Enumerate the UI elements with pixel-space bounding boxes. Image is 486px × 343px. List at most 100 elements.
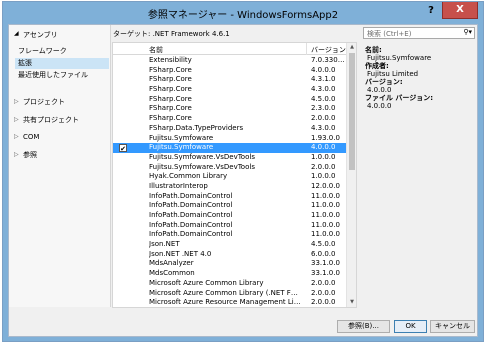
search-input[interactable]: 検索 (Ctrl+E) ⚲▾ bbox=[363, 27, 475, 39]
row-checkbox[interactable] bbox=[119, 260, 127, 268]
row-checkbox[interactable] bbox=[119, 86, 127, 94]
row-checkbox[interactable] bbox=[119, 96, 127, 104]
table-row[interactable]: Extensibility 7.0.330… bbox=[113, 56, 347, 66]
row-checkbox[interactable] bbox=[119, 280, 127, 288]
table-row[interactable]: Fujitsu.Symfoware.VsDevTools 1.0.0.0 bbox=[113, 153, 347, 163]
category-com[interactable]: ▷ COM bbox=[11, 131, 109, 143]
row-checkbox[interactable] bbox=[119, 173, 127, 181]
title-bar[interactable]: 参照マネージャー - WindowsFormsApp2 ? X bbox=[3, 2, 483, 24]
row-checkbox[interactable] bbox=[119, 212, 127, 220]
row-name: Json.NET .NET 4.0 bbox=[149, 249, 212, 258]
row-checkbox[interactable] bbox=[119, 270, 127, 278]
row-version: 2.3.0.0 bbox=[311, 104, 336, 113]
row-checkbox[interactable] bbox=[119, 125, 127, 133]
category-recent[interactable]: 最近使用したファイル bbox=[15, 70, 109, 81]
category-browse[interactable]: ▷ 参照 bbox=[11, 149, 109, 161]
category-extensions[interactable]: 拡張 bbox=[15, 58, 109, 69]
search-icon[interactable]: ⚲▾ bbox=[463, 28, 472, 36]
column-header-version[interactable]: バージョン bbox=[311, 45, 346, 55]
help-button[interactable]: ? bbox=[421, 2, 441, 19]
close-button[interactable]: X bbox=[442, 2, 478, 19]
category-projects[interactable]: ▷ プロジェクト bbox=[11, 96, 109, 108]
table-row[interactable]: InfoPath.DomainControl 11.0.0.0 bbox=[113, 201, 347, 211]
table-row[interactable]: FSharp.Core 4.3.1.0 bbox=[113, 75, 347, 85]
row-checkbox[interactable] bbox=[119, 67, 127, 75]
table-row[interactable]: InfoPath.DomainControl 11.0.0.0 bbox=[113, 230, 347, 240]
table-row[interactable]: FSharp.Core 2.3.0.0 bbox=[113, 104, 347, 114]
table-row[interactable]: IllustratorInterop 12.0.0.0 bbox=[113, 182, 347, 192]
row-checkbox[interactable] bbox=[119, 154, 127, 162]
table-row[interactable]: FSharp.Data.TypeProviders 4.3.0.0 bbox=[113, 124, 347, 134]
row-checkbox[interactable] bbox=[119, 76, 127, 84]
row-checkbox[interactable] bbox=[119, 115, 127, 123]
row-name: InfoPath.DomainControl bbox=[149, 201, 233, 210]
row-checkbox[interactable] bbox=[119, 299, 127, 307]
table-row[interactable]: ✔ Fujitsu.Symfoware 4.0.0.0 bbox=[113, 143, 347, 153]
table-row[interactable]: Hyak.Common Library 1.0.0.0 bbox=[113, 172, 347, 182]
row-version: 6.0.0.0 bbox=[311, 249, 336, 258]
collapsed-triangle-icon: ▷ bbox=[14, 98, 19, 105]
row-version: 11.0.0.0 bbox=[311, 191, 340, 200]
category-shared-projects[interactable]: ▷ 共有プロジェクト bbox=[11, 114, 109, 126]
row-checkbox[interactable] bbox=[119, 135, 127, 143]
row-name: Extensibility bbox=[149, 56, 192, 64]
table-row[interactable]: FSharp.Core 4.5.0.0 bbox=[113, 95, 347, 105]
detail-key: ファイル バージョン: bbox=[365, 94, 434, 102]
scroll-up-icon[interactable]: ▲ bbox=[347, 43, 356, 52]
row-version: 1.93.0.0 bbox=[311, 133, 340, 142]
row-checkbox[interactable]: ✔ bbox=[119, 144, 127, 153]
row-checkbox[interactable] bbox=[119, 57, 127, 65]
row-name: InfoPath.DomainControl bbox=[149, 191, 233, 200]
column-header-name[interactable]: 名前 bbox=[149, 45, 163, 55]
dialog-body: ◢ アセンブリ フレームワーク 拡張 最近使用したファイル ▷ プロジェクト ▷… bbox=[8, 24, 478, 337]
row-checkbox[interactable] bbox=[119, 222, 127, 230]
scroll-thumb[interactable] bbox=[349, 53, 355, 170]
ok-button[interactable]: OK bbox=[394, 320, 427, 333]
table-row[interactable]: Microsoft Azure Common Library (.NET F… 2… bbox=[113, 289, 347, 299]
row-name: Hyak.Common Library bbox=[149, 172, 228, 181]
row-version: 4.3.0.0 bbox=[311, 123, 336, 132]
table-row[interactable]: InfoPath.DomainControl 11.0.0.0 bbox=[113, 192, 347, 202]
row-checkbox[interactable] bbox=[119, 105, 127, 113]
table-row[interactable]: Microsoft Azure Common Library 2.0.0.0 bbox=[113, 279, 347, 289]
detail-key: 名前: bbox=[365, 46, 382, 54]
row-version: 4.3.0.0 bbox=[311, 85, 336, 94]
row-version: 2.0.0.0 bbox=[311, 298, 336, 307]
category-framework[interactable]: フレームワーク bbox=[15, 46, 109, 57]
table-row[interactable]: FSharp.Core 2.0.0.0 bbox=[113, 114, 347, 124]
table-row[interactable]: InfoPath.DomainControl 11.0.0.0 bbox=[113, 211, 347, 221]
row-name: Fujitsu.Symfoware bbox=[149, 133, 214, 142]
browse-button[interactable]: 参照(B)... bbox=[337, 320, 390, 333]
row-checkbox[interactable] bbox=[119, 164, 127, 172]
table-row[interactable]: Fujitsu.Symfoware.VsDevTools 2.0.0.0 bbox=[113, 163, 347, 173]
table-row[interactable]: Json.NET 4.5.0.0 bbox=[113, 240, 347, 250]
row-checkbox[interactable] bbox=[119, 290, 127, 298]
row-checkbox[interactable] bbox=[119, 183, 127, 191]
row-name: FSharp.Core bbox=[149, 75, 192, 84]
row-version: 33.1.0.0 bbox=[311, 269, 340, 278]
row-name: FSharp.Core bbox=[149, 94, 192, 103]
table-row[interactable]: InfoPath.DomainControl 11.0.0.0 bbox=[113, 221, 347, 231]
table-row[interactable]: FSharp.Core 4.3.0.0 bbox=[113, 85, 347, 95]
cancel-button[interactable]: キャンセル bbox=[430, 320, 475, 333]
row-checkbox[interactable] bbox=[119, 231, 127, 239]
table-row[interactable]: MdsCommon 33.1.0.0 bbox=[113, 269, 347, 279]
detail-value: Fujitsu.Symfoware bbox=[367, 54, 432, 62]
row-version: 11.0.0.0 bbox=[311, 201, 340, 210]
table-row[interactable]: FSharp.Core 4.0.0.0 bbox=[113, 66, 347, 76]
column-divider[interactable] bbox=[306, 43, 307, 55]
vertical-scrollbar[interactable]: ▲ ▼ bbox=[346, 43, 356, 307]
table-row[interactable]: Fujitsu.Symfoware 1.93.0.0 bbox=[113, 134, 347, 144]
row-checkbox[interactable] bbox=[119, 193, 127, 201]
row-checkbox[interactable] bbox=[119, 241, 127, 249]
scroll-down-icon[interactable]: ▼ bbox=[347, 298, 356, 307]
assembly-header-label: アセンブリ bbox=[23, 31, 58, 39]
row-checkbox[interactable] bbox=[119, 251, 127, 259]
table-row[interactable]: Microsoft Azure Resource Management Li… 2… bbox=[113, 298, 347, 307]
detail-key: バージョン: bbox=[365, 78, 403, 86]
table-row[interactable]: MdsAnalyzer 33.1.0.0 bbox=[113, 259, 347, 269]
row-checkbox[interactable] bbox=[119, 202, 127, 210]
assembly-header[interactable]: ◢ アセンブリ bbox=[11, 29, 109, 41]
row-name: MdsCommon bbox=[149, 269, 195, 278]
table-row[interactable]: Json.NET .NET 4.0 6.0.0.0 bbox=[113, 250, 347, 260]
